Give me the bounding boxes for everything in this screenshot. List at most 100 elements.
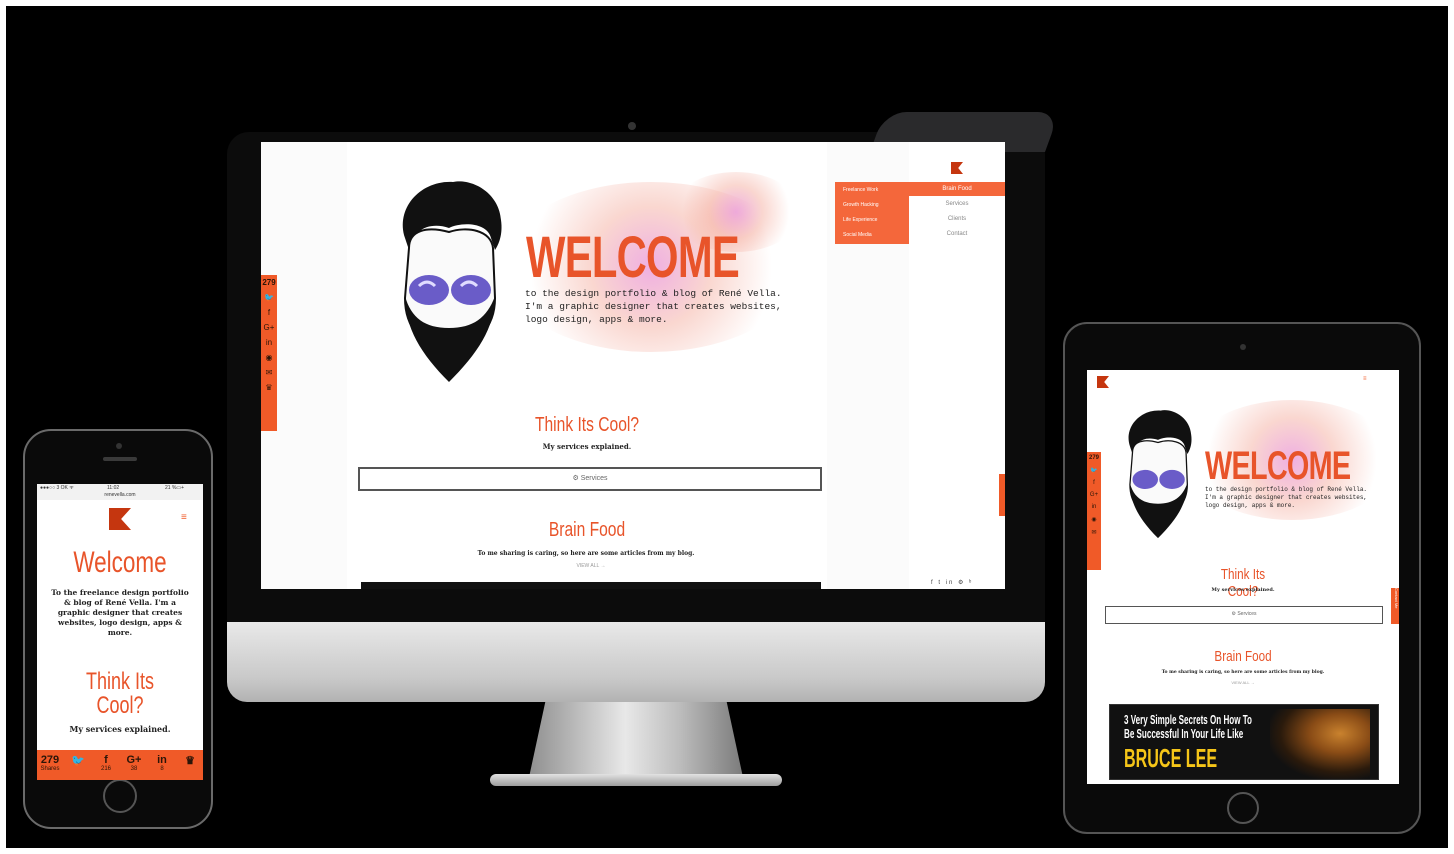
- blog-post-banner[interactable]: 3 Very Simple Secrets On How To Be Succe…: [1109, 704, 1379, 780]
- brain-food-heading: Brain Food: [548, 519, 626, 541]
- services-button-label: Services: [1237, 611, 1257, 617]
- welcome-intro: to the design portfolio & blog of René V…: [525, 287, 782, 326]
- status-time: 11:02: [107, 485, 120, 491]
- status-bar: ●●●○○ 3 OK ᯤ 11:02 21 %▭+: [37, 484, 203, 492]
- desktop-website: 279 🐦 f G+ in ◉ ✉ ♛ WELCOME to the desig…: [261, 142, 1005, 589]
- social-icons-row[interactable]: f t in ⚙ ᵇ: [931, 579, 973, 586]
- nav-item-clients[interactable]: Clients: [909, 212, 1005, 226]
- banner-highlight: BRUCE LEE: [1124, 743, 1218, 773]
- desktop-side-nav: Brain Food Services Clients Contact f t …: [909, 142, 1005, 589]
- share-count: 279: [262, 278, 276, 287]
- services-button-label: Services: [580, 475, 608, 482]
- contact-me-tab[interactable]: Contact Me: [999, 474, 1005, 516]
- tablet-share-bar[interactable]: 279 🐦 f G+ in ◉ ✉: [1087, 452, 1101, 570]
- think-heading: Think Its Cool?: [534, 414, 640, 436]
- submenu-item[interactable]: Life Experience: [835, 212, 909, 227]
- gear-icon: ⚙: [572, 475, 579, 482]
- services-subtitle: My services explained.: [542, 442, 632, 451]
- desktop-share-bar[interactable]: 279 🐦 f G+ in ◉ ✉ ♛: [261, 275, 277, 431]
- gear-icon: ⚙: [1231, 611, 1236, 617]
- contact-me-tab[interactable]: Contact Me: [1391, 588, 1399, 624]
- share-count: 279: [1088, 455, 1099, 461]
- blog-card-strip: [361, 582, 821, 589]
- iphone-camera: [116, 443, 122, 449]
- hamburger-menu-icon[interactable]: ≡: [181, 512, 187, 523]
- iphone-speaker: [103, 457, 137, 461]
- view-all-link[interactable]: VIEW ALL →: [1223, 680, 1263, 685]
- google-plus-icon[interactable]: G+: [1087, 492, 1101, 498]
- signal-status: ●●●○○ 3 OK ᯤ: [40, 485, 74, 491]
- nav-item-brain-food[interactable]: Brain Food: [909, 182, 1005, 196]
- google-plus-icon[interactable]: G+: [261, 323, 277, 332]
- services-button[interactable]: ⚙ Services: [1105, 606, 1383, 624]
- blog-subtitle: To me sharing is caring, so here are som…: [477, 550, 695, 557]
- think-heading: Think Its Cool?: [85, 668, 155, 719]
- intro-line: logo design, apps & more.: [1205, 502, 1296, 509]
- intro-line: I'm a graphic designer that creates webs…: [525, 301, 782, 312]
- bearded-man-illustration: [1128, 410, 1192, 539]
- facebook-icon[interactable]: f: [1087, 480, 1101, 486]
- think-heading: Think Its Cool?: [1220, 566, 1266, 600]
- ipad-camera: [1240, 344, 1246, 350]
- url-bar[interactable]: renevella.com: [37, 492, 203, 500]
- logo-icon[interactable]: [951, 162, 963, 174]
- bearded-man-illustration: [402, 181, 502, 382]
- nav-item-services[interactable]: Services: [909, 197, 1005, 211]
- ipad-device: ≡ 279 🐦 f G+ in ◉ ✉ WELCOME to the desig…: [1063, 322, 1421, 834]
- banner-title: 3 Very Simple Secrets On How To Be Succe…: [1124, 713, 1252, 741]
- banner-line: Be Successful In Your Life Like: [1124, 726, 1244, 741]
- mobile-website: ●●●○○ 3 OK ᯤ 11:02 21 %▭+ renevella.com …: [37, 484, 203, 780]
- brain-food-heading: Brain Food: [1214, 648, 1272, 665]
- submenu-item[interactable]: Freelance Work: [835, 182, 909, 197]
- linkedin-icon[interactable]: in 8: [151, 754, 173, 772]
- facebook-icon[interactable]: f: [261, 308, 277, 317]
- facebook-icon[interactable]: f 216: [95, 754, 117, 772]
- services-button[interactable]: ⚙ Services: [358, 467, 822, 491]
- crown-icon[interactable]: ♛: [179, 754, 201, 767]
- submenu-item[interactable]: Growth Hacking: [835, 197, 909, 212]
- mobile-share-bar[interactable]: 279 Shares 🐦 f 216 G+ 38 in 8 ♛: [37, 750, 203, 780]
- mockup-stage: 279 🐦 f G+ in ◉ ✉ ♛ WELCOME to the desig…: [6, 6, 1448, 848]
- hamburger-menu-icon[interactable]: ≡: [1363, 376, 1367, 382]
- twitter-icon[interactable]: 🐦: [261, 293, 277, 302]
- desktop-submenu: Freelance Work Growth Hacking Life Exper…: [835, 182, 909, 244]
- imac-chin: [227, 622, 1045, 702]
- twitter-icon[interactable]: 🐦: [1087, 467, 1101, 474]
- intro-line: to the design portfolio & blog of René V…: [1205, 486, 1368, 493]
- services-subtitle: My services explained.: [1211, 587, 1275, 593]
- intro-line: to the design portfolio & blog of René V…: [525, 288, 782, 299]
- blog-subtitle: To me sharing is caring, so here are som…: [1161, 670, 1325, 675]
- reddit-icon[interactable]: ◉: [1087, 516, 1101, 523]
- services-subtitle: My services explained.: [69, 724, 171, 734]
- banner-line: 3 Very Simple Secrets On How To: [1124, 712, 1252, 727]
- share-count: 279 Shares: [40, 754, 60, 772]
- ipad-home-button: [1227, 792, 1259, 824]
- welcome-intro: to the design portfolio & blog of René V…: [1205, 486, 1367, 510]
- linkedin-icon[interactable]: in: [1087, 504, 1101, 510]
- intro-line: I'm a graphic designer that creates webs…: [1205, 494, 1368, 501]
- imac-stand-base: [490, 774, 782, 786]
- logo-icon[interactable]: [1097, 376, 1109, 388]
- welcome-intro: To the freelance design portfolio & blog…: [51, 588, 189, 637]
- nav-item-contact[interactable]: Contact: [909, 227, 1005, 241]
- submenu-item[interactable]: Social Media: [835, 227, 909, 242]
- intro-line: logo design, apps & more.: [525, 314, 668, 325]
- crown-icon[interactable]: ♛: [261, 383, 277, 392]
- iphone-home-button: [103, 779, 137, 813]
- logo-icon[interactable]: [109, 508, 131, 530]
- imac-stand: [528, 702, 744, 782]
- welcome-heading: WELCOME: [526, 225, 740, 290]
- reddit-icon[interactable]: ◉: [261, 353, 277, 362]
- iphone-device: ●●●○○ 3 OK ᯤ 11:02 21 %▭+ renevella.com …: [23, 429, 213, 829]
- google-plus-icon[interactable]: G+ 38: [123, 754, 145, 772]
- imac-camera: [628, 122, 636, 130]
- welcome-heading: WELCOME: [1205, 444, 1351, 488]
- twitter-icon[interactable]: 🐦: [67, 754, 89, 767]
- welcome-heading: Welcome: [73, 546, 167, 579]
- battery-status: 21 %▭+: [165, 485, 185, 491]
- email-icon[interactable]: ✉: [261, 368, 277, 377]
- tablet-website: ≡ 279 🐦 f G+ in ◉ ✉ WELCOME to the desig…: [1087, 370, 1399, 784]
- email-icon[interactable]: ✉: [1087, 529, 1101, 536]
- view-all-link[interactable]: VIEW ALL →: [561, 563, 621, 569]
- linkedin-icon[interactable]: in: [261, 338, 277, 347]
